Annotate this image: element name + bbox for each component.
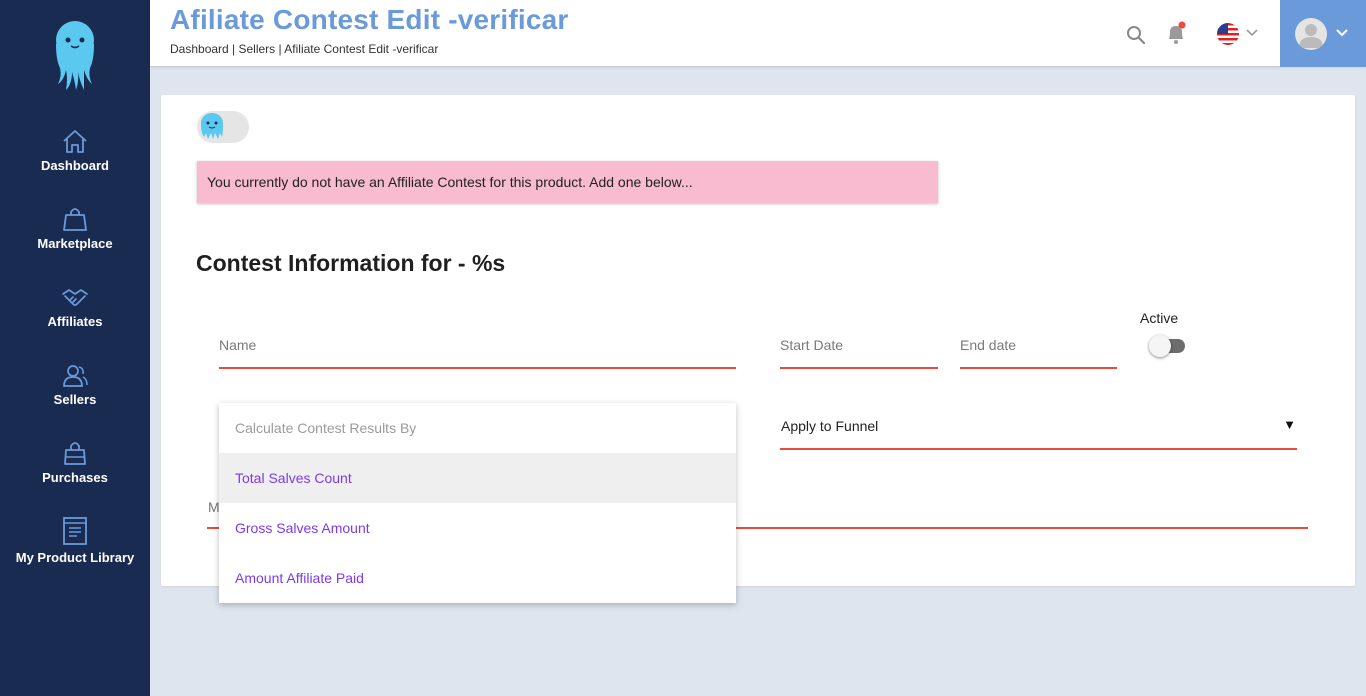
no-contest-alert: You currently do not have an Affiliate C…: [197, 161, 938, 203]
start-date-field[interactable]: [780, 335, 938, 369]
avatar: [1295, 18, 1327, 50]
chevron-down-icon: [1336, 29, 1348, 37]
library-icon: [63, 517, 87, 545]
end-date-input[interactable]: [960, 335, 1117, 355]
dropdown-option-amount-affiliate-paid[interactable]: Amount Affiliate Paid: [219, 553, 736, 603]
home-icon: [63, 130, 87, 153]
sidebar-item-dashboard[interactable]: Dashboard: [0, 128, 150, 198]
section-title: Contest Information for - %s: [196, 250, 506, 276]
octopus-logo-icon[interactable]: [50, 20, 100, 92]
sidebar-item-purchases[interactable]: Purchases: [0, 440, 150, 510]
name-field[interactable]: [219, 335, 736, 369]
octopus-toggle[interactable]: [197, 111, 249, 143]
funnel-select-label: Apply to Funnel: [781, 418, 879, 434]
start-date-input[interactable]: [780, 335, 938, 355]
page-title: Afiliate Contest Edit -verificar: [170, 4, 569, 35]
sidebar: Dashboard Marketplace Affiliates Sellers…: [0, 0, 150, 696]
dropdown-option-total-salves-count[interactable]: Total Salves Count: [219, 453, 736, 503]
bag-icon: [64, 442, 86, 465]
sidebar-item-label: My Product Library: [15, 550, 135, 565]
dropdown-placeholder: Calculate Contest Results By: [235, 420, 417, 436]
sidebar-item-label: Purchases: [42, 470, 108, 485]
toggle-thumb: [1149, 335, 1171, 357]
user-menu-button[interactable]: [1280, 0, 1366, 67]
calculate-results-dropdown[interactable]: Calculate Contest Results By Total Salve…: [219, 403, 736, 603]
chevron-down-icon[interactable]: [1246, 28, 1258, 38]
active-toggle[interactable]: [1149, 335, 1197, 357]
us-flag-icon[interactable]: [1216, 22, 1242, 46]
dropdown-option-gross-salves-amount[interactable]: Gross Salves Amount: [219, 503, 736, 553]
user-avatar-icon: [1299, 24, 1323, 48]
sidebar-item-marketplace[interactable]: Marketplace: [0, 206, 150, 276]
sidebar-item-label: Marketplace: [37, 236, 113, 251]
apply-to-funnel-select[interactable]: Apply to Funnel ▼: [780, 413, 1297, 450]
name-input[interactable]: [219, 335, 736, 355]
shopping-bag-icon: [63, 208, 87, 231]
sidebar-item-my-product-library[interactable]: My Product Library: [0, 516, 150, 586]
message-field-label: M: [208, 499, 220, 515]
top-header: Afiliate Contest Edit -verificar Dashboa…: [150, 0, 1366, 67]
sidebar-item-label: Affiliates: [47, 314, 103, 329]
sidebar-item-label: Dashboard: [41, 158, 109, 173]
end-date-field[interactable]: [960, 335, 1117, 369]
search-icon[interactable]: [1126, 25, 1146, 45]
sidebar-item-sellers[interactable]: Sellers: [0, 362, 150, 432]
bell-icon[interactable]: [1165, 20, 1187, 46]
handshake-icon: [62, 289, 88, 306]
active-label: Active: [1140, 310, 1179, 326]
users-icon: [63, 365, 88, 387]
sidebar-item-affiliates[interactable]: Affiliates: [0, 284, 150, 354]
caret-down-icon: ▼: [1283, 417, 1296, 432]
sidebar-item-label: Sellers: [53, 392, 97, 407]
breadcrumb: Dashboard | Sellers | Afiliate Contest E…: [170, 42, 439, 56]
octopus-toggle-icon: [201, 113, 223, 139]
